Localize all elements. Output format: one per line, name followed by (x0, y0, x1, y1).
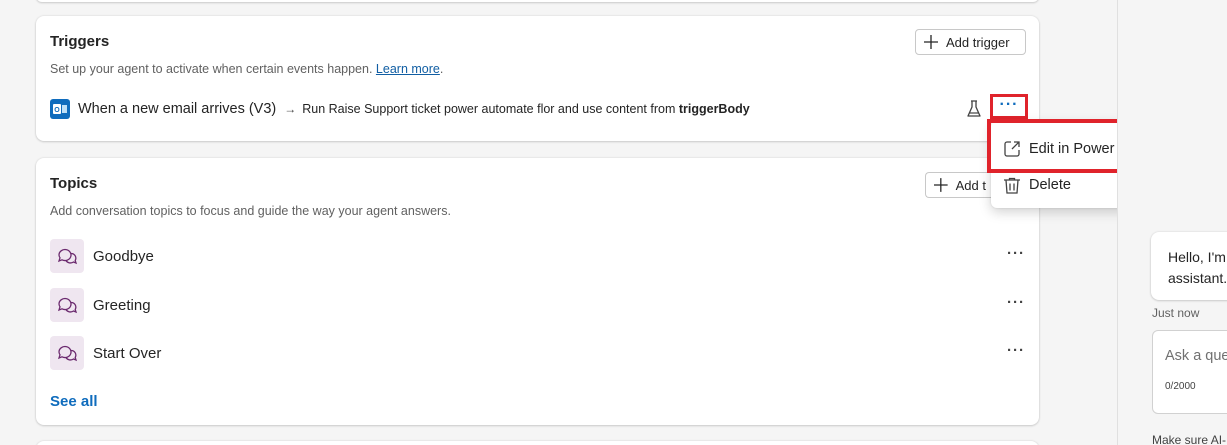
flask-icon[interactable] (966, 100, 982, 118)
chat-input[interactable]: Ask a que 0/2000 (1152, 330, 1227, 414)
message-timestamp: Just now (1152, 306, 1200, 320)
topics-card: Topics Add conversation topics to focus … (36, 158, 1039, 425)
see-all-link[interactable]: See all (50, 393, 98, 410)
topic-item-greeting[interactable]: Greeting ··· (50, 288, 1025, 322)
topic-more-button[interactable]: ··· (1007, 342, 1025, 359)
topic-more-button[interactable]: ··· (1007, 245, 1025, 262)
more-icon: ··· (999, 95, 1019, 113)
topic-item-goodbye[interactable]: Goodbye ··· (50, 239, 1025, 273)
trigger-body-token: triggerBody (678, 102, 750, 116)
chat-bubbles-icon (50, 239, 84, 273)
character-counter: 0/2000 (1165, 381, 1196, 392)
add-topic-button[interactable]: Add t (925, 172, 995, 198)
topic-more-button[interactable]: ··· (1007, 294, 1025, 311)
topic-label: Greeting (93, 296, 151, 314)
svg-text:O: O (54, 107, 60, 114)
trigger-item[interactable]: O When a new email arrives (V3) → Run Ra… (50, 97, 1025, 121)
outlook-icon: O (50, 99, 70, 119)
topic-label: Start Over (93, 344, 162, 362)
plus-icon (924, 35, 938, 49)
plus-icon (934, 178, 948, 192)
chat-message-line: assistant. (1168, 270, 1227, 286)
delete-label: Delete (1029, 177, 1071, 193)
chat-bubbles-icon (50, 336, 84, 370)
disclaimer-text: Make sure AI- (1152, 433, 1227, 445)
trigger-description-text: Run Raise Support ticket power automate … (302, 102, 679, 116)
triggers-description-text: Set up your agent to activate when certa… (50, 62, 373, 76)
add-trigger-label: Add trigger (946, 34, 1010, 50)
topic-item-start-over[interactable]: Start Over ··· (50, 336, 1025, 370)
learn-more-link[interactable]: Learn more (376, 62, 440, 76)
arrow-right-icon: → (284, 102, 297, 116)
topics-title: Topics (50, 175, 98, 192)
triggers-description-period: . (439, 62, 444, 76)
topic-label: Goodbye (93, 247, 154, 265)
triggers-description: Set up your agent to activate when certa… (50, 62, 443, 76)
trigger-description: Run Raise Support ticket power automate … (302, 102, 749, 116)
next-section-card (36, 441, 1039, 445)
chat-message-bubble: Hello, I'm assistant. (1151, 232, 1227, 300)
triggers-title: Triggers (50, 33, 110, 50)
trigger-name: When a new email arrives (V3) (78, 101, 277, 117)
add-topic-label: Add t (955, 177, 986, 193)
chat-bubbles-icon (50, 288, 84, 322)
chat-message-line: Hello, I'm (1168, 249, 1226, 265)
add-trigger-button[interactable]: Add trigger (915, 29, 1026, 55)
triggers-card: Triggers Set up your agent to activate w… (36, 16, 1039, 141)
topics-description: Add conversation topics to focus and gui… (50, 204, 451, 218)
open-external-icon (1004, 141, 1020, 157)
previous-section-card (36, 0, 1039, 2)
trash-icon (1004, 177, 1020, 194)
trigger-more-button[interactable]: ··· (990, 94, 1028, 119)
chat-input-placeholder: Ask a que (1165, 348, 1227, 364)
delete-menu-item[interactable]: Delete (1003, 173, 1071, 197)
